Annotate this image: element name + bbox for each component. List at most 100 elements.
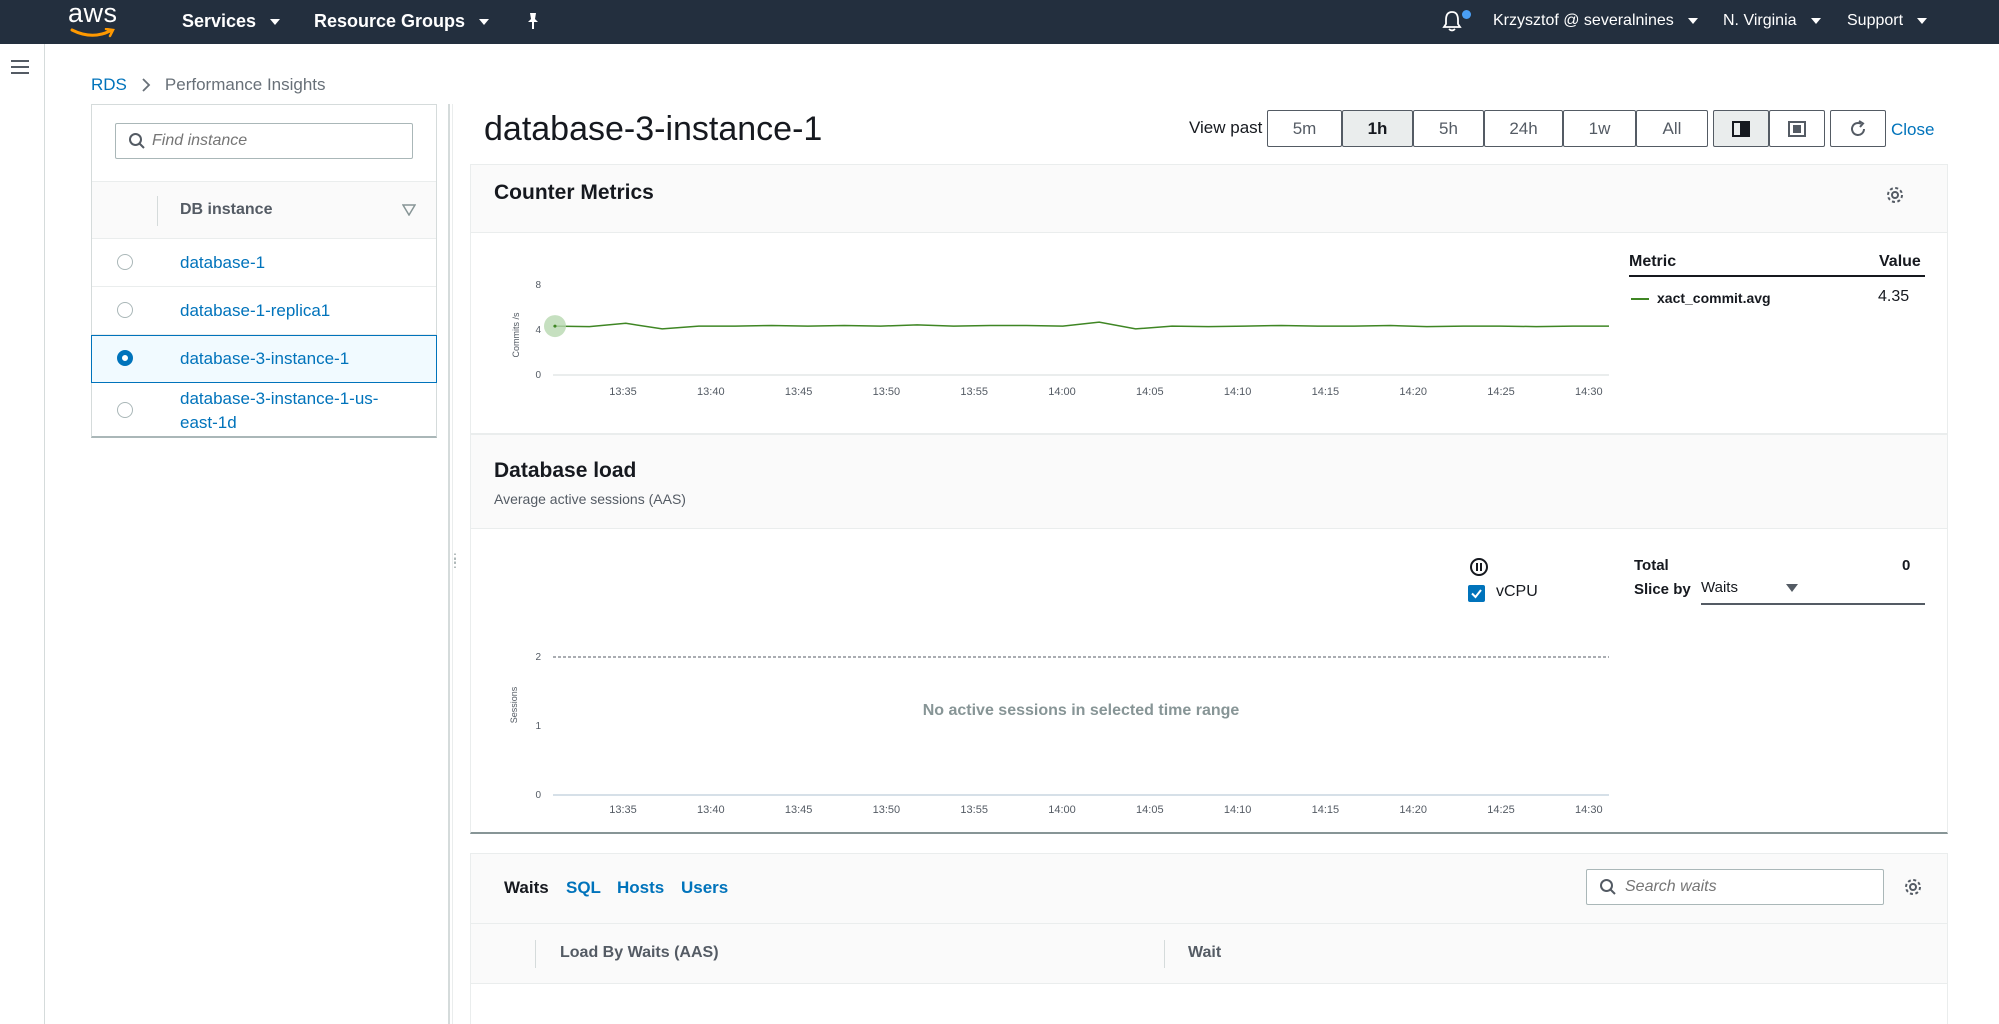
instance-link[interactable]: database-3-instance-1-us-east-1d bbox=[180, 387, 400, 435]
bell-icon[interactable] bbox=[1441, 9, 1463, 33]
metric-value: 4.35 bbox=[1878, 288, 1910, 305]
chevron-down-icon bbox=[1687, 18, 1698, 24]
instance-table-header: DB instance bbox=[92, 181, 436, 239]
database-load-title: Database load bbox=[494, 459, 637, 482]
wait-header[interactable]: Wait bbox=[1188, 944, 1221, 962]
pause-icon[interactable] bbox=[1469, 557, 1489, 577]
instance-row-selected[interactable]: database-3-instance-1 bbox=[91, 335, 437, 383]
refresh-button[interactable] bbox=[1830, 110, 1886, 147]
x-tick-label: 13:45 bbox=[785, 804, 813, 816]
instance-link[interactable]: database-1-replica1 bbox=[180, 299, 330, 323]
slice-by-select[interactable]: Waits bbox=[1701, 579, 1925, 605]
page-title: database-3-instance-1 bbox=[484, 110, 823, 148]
x-tick-label: 14:15 bbox=[1312, 804, 1340, 816]
account-menu[interactable]: Krzysztof @ severalnines bbox=[1493, 12, 1698, 30]
refresh-icon bbox=[1851, 119, 1865, 136]
x-tick-label: 14:05 bbox=[1136, 804, 1164, 816]
instance-link[interactable]: database-3-instance-1 bbox=[180, 347, 349, 371]
tab-hosts[interactable]: Hosts bbox=[617, 878, 664, 898]
top-navigation: aws Services Resource Groups Krzysztof @… bbox=[0, 0, 1999, 44]
instance-row[interactable]: database-1 bbox=[92, 239, 436, 287]
instance-row[interactable]: database-3-instance-1-us-east-1d bbox=[92, 383, 436, 437]
x-tick-label: 14:10 bbox=[1224, 386, 1252, 398]
range-1h-button[interactable]: 1h bbox=[1342, 110, 1413, 147]
x-tick-label: 14:20 bbox=[1399, 386, 1427, 398]
services-label: Services bbox=[182, 11, 257, 31]
range-24h-button[interactable]: 24h bbox=[1484, 110, 1563, 147]
breadcrumb: RDS Performance Insights bbox=[91, 75, 326, 95]
chevron-down-icon bbox=[1917, 18, 1928, 24]
support-menu[interactable]: Support bbox=[1847, 12, 1928, 30]
x-tick-label: 14:05 bbox=[1136, 386, 1164, 398]
empty-state-message: No active sessions in selected time rang… bbox=[923, 702, 1240, 719]
search-icon bbox=[129, 133, 145, 149]
y-tick-label: 0 bbox=[535, 790, 541, 801]
tab-sql[interactable]: SQL bbox=[566, 878, 601, 898]
database-load-chart: Sessions 0 1 2 13:35 13:40 13:45 13:50 13:55 14… bbox=[509, 652, 1609, 816]
y-tick-label: 2 bbox=[535, 652, 541, 663]
y-tick-label: 1 bbox=[535, 721, 541, 732]
range-1w-button[interactable]: 1w bbox=[1563, 110, 1636, 147]
value-column-header: Value bbox=[1879, 253, 1921, 270]
close-link[interactable]: Close bbox=[1891, 120, 1934, 140]
resize-handle-icon[interactable]: ⋮ ⋮ bbox=[449, 552, 461, 569]
resource-groups-menu[interactable]: Resource Groups bbox=[314, 11, 490, 32]
x-tick-label: 14:00 bbox=[1048, 804, 1076, 816]
gear-icon[interactable] bbox=[1903, 877, 1923, 897]
x-tick-label: 13:40 bbox=[697, 804, 725, 816]
counter-metrics-title: Counter Metrics bbox=[494, 181, 654, 204]
metric-series-line bbox=[552, 321, 1609, 330]
database-load-subtitle: Average active sessions (AAS) bbox=[494, 491, 686, 507]
range-all-button[interactable]: All bbox=[1636, 110, 1708, 147]
chevron-down-icon bbox=[270, 18, 281, 25]
range-5m-button[interactable]: 5m bbox=[1267, 110, 1342, 147]
tab-waits[interactable]: Waits bbox=[504, 878, 549, 898]
total-label: Total bbox=[1634, 557, 1669, 574]
x-tick-label: 13:40 bbox=[697, 386, 725, 398]
y-axis-label: Commits /s bbox=[511, 312, 521, 358]
legend-swatch bbox=[1631, 298, 1649, 300]
range-5h-button[interactable]: 5h bbox=[1413, 110, 1484, 147]
instance-list-panel: DB instance database-1 database-1-replic… bbox=[91, 104, 437, 438]
search-waits-input[interactable] bbox=[1625, 878, 1865, 896]
region-label: N. Virginia bbox=[1723, 12, 1797, 29]
x-tick-label: 13:50 bbox=[873, 386, 901, 398]
pin-icon[interactable] bbox=[524, 11, 542, 31]
hover-point bbox=[553, 324, 557, 328]
y-axis-label: Sessions bbox=[509, 686, 519, 723]
split-view-button[interactable] bbox=[1713, 110, 1769, 147]
y-tick-label: 0 bbox=[535, 370, 541, 381]
find-instance-input[interactable] bbox=[152, 132, 392, 150]
notification-dot bbox=[1462, 10, 1471, 19]
instance-radio-selected[interactable] bbox=[117, 350, 133, 366]
full-view-icon bbox=[1788, 120, 1806, 137]
find-instance-field[interactable] bbox=[115, 123, 413, 159]
db-instance-header[interactable]: DB instance bbox=[180, 201, 272, 219]
breadcrumb-rds-link[interactable]: RDS bbox=[91, 75, 127, 95]
x-tick-label: 13:55 bbox=[960, 386, 988, 398]
gear-icon[interactable] bbox=[1885, 185, 1905, 205]
search-waits-field[interactable] bbox=[1586, 869, 1884, 905]
tab-users[interactable]: Users bbox=[681, 878, 728, 898]
x-tick-label: 14:30 bbox=[1575, 804, 1603, 816]
full-view-button[interactable] bbox=[1769, 110, 1825, 147]
range-label: All bbox=[1662, 118, 1682, 138]
x-tick-label: 13:35 bbox=[609, 804, 637, 816]
instance-row[interactable]: database-1-replica1 bbox=[92, 287, 436, 335]
x-tick-label: 13:35 bbox=[609, 386, 637, 398]
counter-metrics-chart: Commits /s 0 4 8 13:35 13:40 13:45 13:50 13:55… bbox=[511, 280, 1609, 398]
hamburger-menu-icon[interactable] bbox=[11, 60, 29, 74]
waits-table-header: Load By Waits (AAS) Wait bbox=[471, 924, 1947, 984]
region-menu[interactable]: N. Virginia bbox=[1723, 12, 1821, 30]
view-past-label: View past bbox=[1189, 118, 1263, 137]
x-tick-label: 14:15 bbox=[1312, 386, 1340, 398]
sort-down-icon[interactable] bbox=[402, 204, 416, 216]
services-menu[interactable]: Services bbox=[182, 11, 281, 32]
instance-radio[interactable] bbox=[117, 302, 133, 318]
instance-radio[interactable] bbox=[117, 402, 133, 418]
range-label: 1w bbox=[1588, 118, 1611, 138]
load-by-waits-header[interactable]: Load By Waits (AAS) bbox=[560, 944, 719, 962]
instance-link[interactable]: database-1 bbox=[180, 251, 265, 275]
instance-radio[interactable] bbox=[117, 254, 133, 270]
aws-logo[interactable]: aws bbox=[68, 0, 118, 38]
